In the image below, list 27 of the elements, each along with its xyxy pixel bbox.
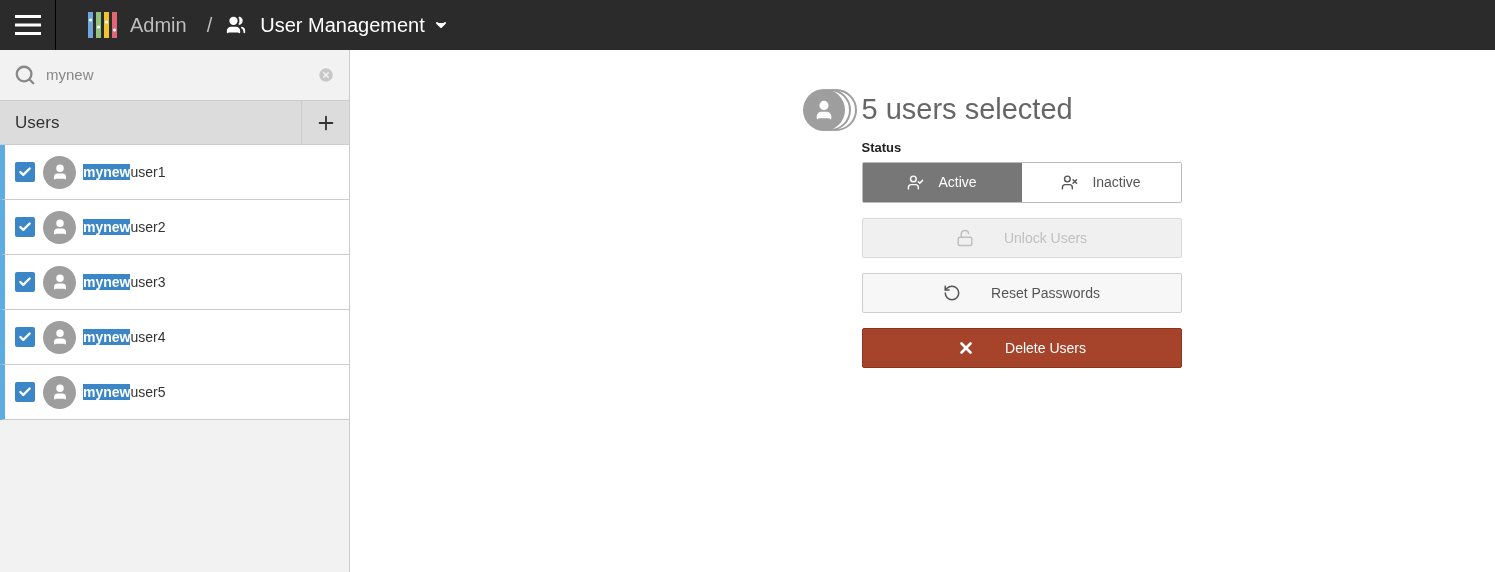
check-icon bbox=[18, 220, 32, 234]
app-title[interactable]: Admin bbox=[130, 10, 187, 40]
user-check-icon bbox=[907, 174, 925, 191]
checkbox[interactable] bbox=[15, 327, 35, 347]
checkbox[interactable] bbox=[15, 162, 35, 182]
check-icon bbox=[18, 275, 32, 289]
action-button[interactable]: Reset Passwords bbox=[861, 273, 1182, 313]
checkbox[interactable] bbox=[15, 382, 35, 402]
checkbox[interactable] bbox=[15, 272, 35, 292]
search-icon bbox=[14, 64, 36, 86]
section-dropdown[interactable]: User Management bbox=[260, 10, 449, 40]
users-icon bbox=[226, 15, 247, 35]
check-icon bbox=[18, 330, 32, 344]
check-icon bbox=[18, 165, 32, 179]
selection-title: 5 users selected bbox=[861, 92, 1073, 127]
logo-icon bbox=[88, 12, 118, 38]
checkbox[interactable] bbox=[15, 217, 35, 237]
status-label: Status bbox=[861, 138, 903, 157]
unlock-icon bbox=[955, 229, 974, 247]
list-title: Users bbox=[14, 111, 61, 134]
check-icon bbox=[18, 385, 32, 399]
action-button[interactable]: Delete Users bbox=[861, 328, 1182, 368]
status-toggle[interactable]: Active bbox=[862, 163, 1022, 202]
menu-icon bbox=[14, 14, 41, 36]
user-blocked-icon bbox=[1061, 174, 1079, 191]
reset-icon bbox=[943, 284, 962, 302]
breadcrumb-separator: / bbox=[206, 13, 213, 38]
